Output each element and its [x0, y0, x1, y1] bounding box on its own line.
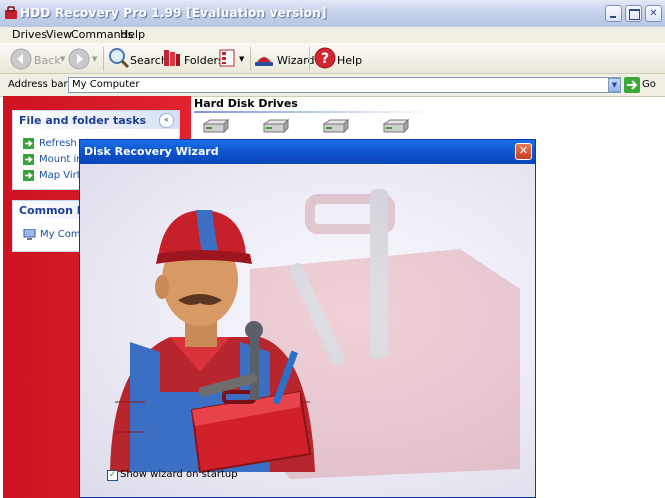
startup-checkbox-label: Show wizard on startup — [120, 469, 238, 480]
maximize-icon — [629, 9, 640, 20]
minimize-button[interactable] — [605, 5, 622, 22]
wizard-title: Disk Recovery Wizard — [84, 145, 219, 158]
heading-underline — [194, 111, 434, 113]
search-icon — [109, 48, 130, 69]
tasks-title: File and folder tasks — [19, 114, 147, 127]
startup-checkbox[interactable]: ✓ — [107, 470, 118, 481]
help-icon: ? — [314, 47, 336, 69]
go-button[interactable]: Go — [624, 77, 664, 94]
toolbar-separator — [309, 47, 310, 71]
menu-drives[interactable]: Drives — [12, 28, 47, 41]
drive-list — [202, 118, 442, 136]
title-bar[interactable]: HDD Recovery Pro 1.99 [Evaluation versio… — [0, 0, 665, 28]
back-button[interactable]: Back ▼ — [8, 46, 68, 70]
forward-button[interactable]: ▼ — [67, 46, 101, 70]
disk-recovery-wizard-dialog: Disk Recovery Wizard ✕ ✓ Show wizard on … — [79, 139, 536, 498]
hard-drive-icon[interactable] — [262, 118, 290, 134]
maximize-button[interactable] — [625, 5, 642, 22]
close-icon: ✕ — [649, 8, 658, 19]
close-icon: ✕ — [518, 144, 529, 157]
tasks-header[interactable]: File and folder tasks « — [13, 111, 179, 129]
menu-bar: Drives View Commands Help — [0, 27, 665, 44]
folders-button[interactable]: Folders — [162, 46, 224, 70]
address-input[interactable]: My Computer — [68, 77, 621, 93]
views-button[interactable]: ▼ — [218, 46, 248, 70]
toolbar-separator — [103, 47, 104, 71]
computer-icon — [23, 229, 36, 240]
address-bar: Address bar: My Computer ▼ Go — [0, 74, 665, 97]
go-arrow-icon — [624, 77, 640, 93]
back-label: Back — [34, 54, 61, 67]
go-label: Go — [642, 79, 656, 90]
address-dropdown[interactable]: ▼ — [608, 78, 621, 92]
forward-arrow-icon — [68, 48, 90, 70]
hard-disk-drives-heading: Hard Disk Drives — [194, 97, 298, 110]
mechanic-illustration — [110, 210, 315, 474]
wizard-title-bar[interactable]: Disk Recovery Wizard ✕ — [80, 140, 535, 164]
wizard-close-button[interactable]: ✕ — [515, 143, 532, 160]
collapse-icon[interactable]: « — [159, 113, 174, 128]
wizard-icon — [255, 57, 273, 66]
hard-drive-icon[interactable] — [382, 118, 410, 134]
minimize-icon — [610, 16, 616, 18]
views-icon — [219, 49, 235, 67]
menu-view[interactable]: View — [46, 28, 72, 41]
back-arrow-icon — [10, 48, 32, 70]
address-label: Address bar: — [8, 79, 71, 90]
hard-drive-icon[interactable] — [202, 118, 230, 134]
toolbar: Back ▼ ▼ Search Folders ▼ Wizard ? Help — [0, 43, 665, 74]
chevron-down-icon: ▼ — [239, 55, 245, 63]
search-button[interactable]: Search — [108, 46, 168, 70]
wizard-button[interactable]: Wizard — [254, 46, 315, 70]
close-button[interactable]: ✕ — [645, 5, 662, 22]
green-arrow-icon — [23, 170, 34, 181]
green-arrow-icon — [23, 138, 34, 149]
chevron-down-icon: ▼ — [60, 55, 66, 63]
help-label: Help — [337, 54, 363, 67]
help-button[interactable]: ? Help — [314, 46, 362, 70]
app-icon — [5, 6, 17, 19]
wizard-body: ✓ Show wizard on startup — [80, 164, 535, 497]
hard-drive-icon[interactable] — [322, 118, 350, 134]
menu-help[interactable]: Help — [120, 28, 145, 41]
svg-text:?: ? — [321, 51, 329, 67]
window-title: HDD Recovery Pro 1.99 [Evaluation versio… — [20, 6, 327, 20]
folders-icon — [164, 50, 180, 66]
green-arrow-icon — [23, 154, 34, 165]
toolbar-separator — [250, 47, 251, 71]
chevron-down-icon: ▼ — [92, 55, 98, 63]
